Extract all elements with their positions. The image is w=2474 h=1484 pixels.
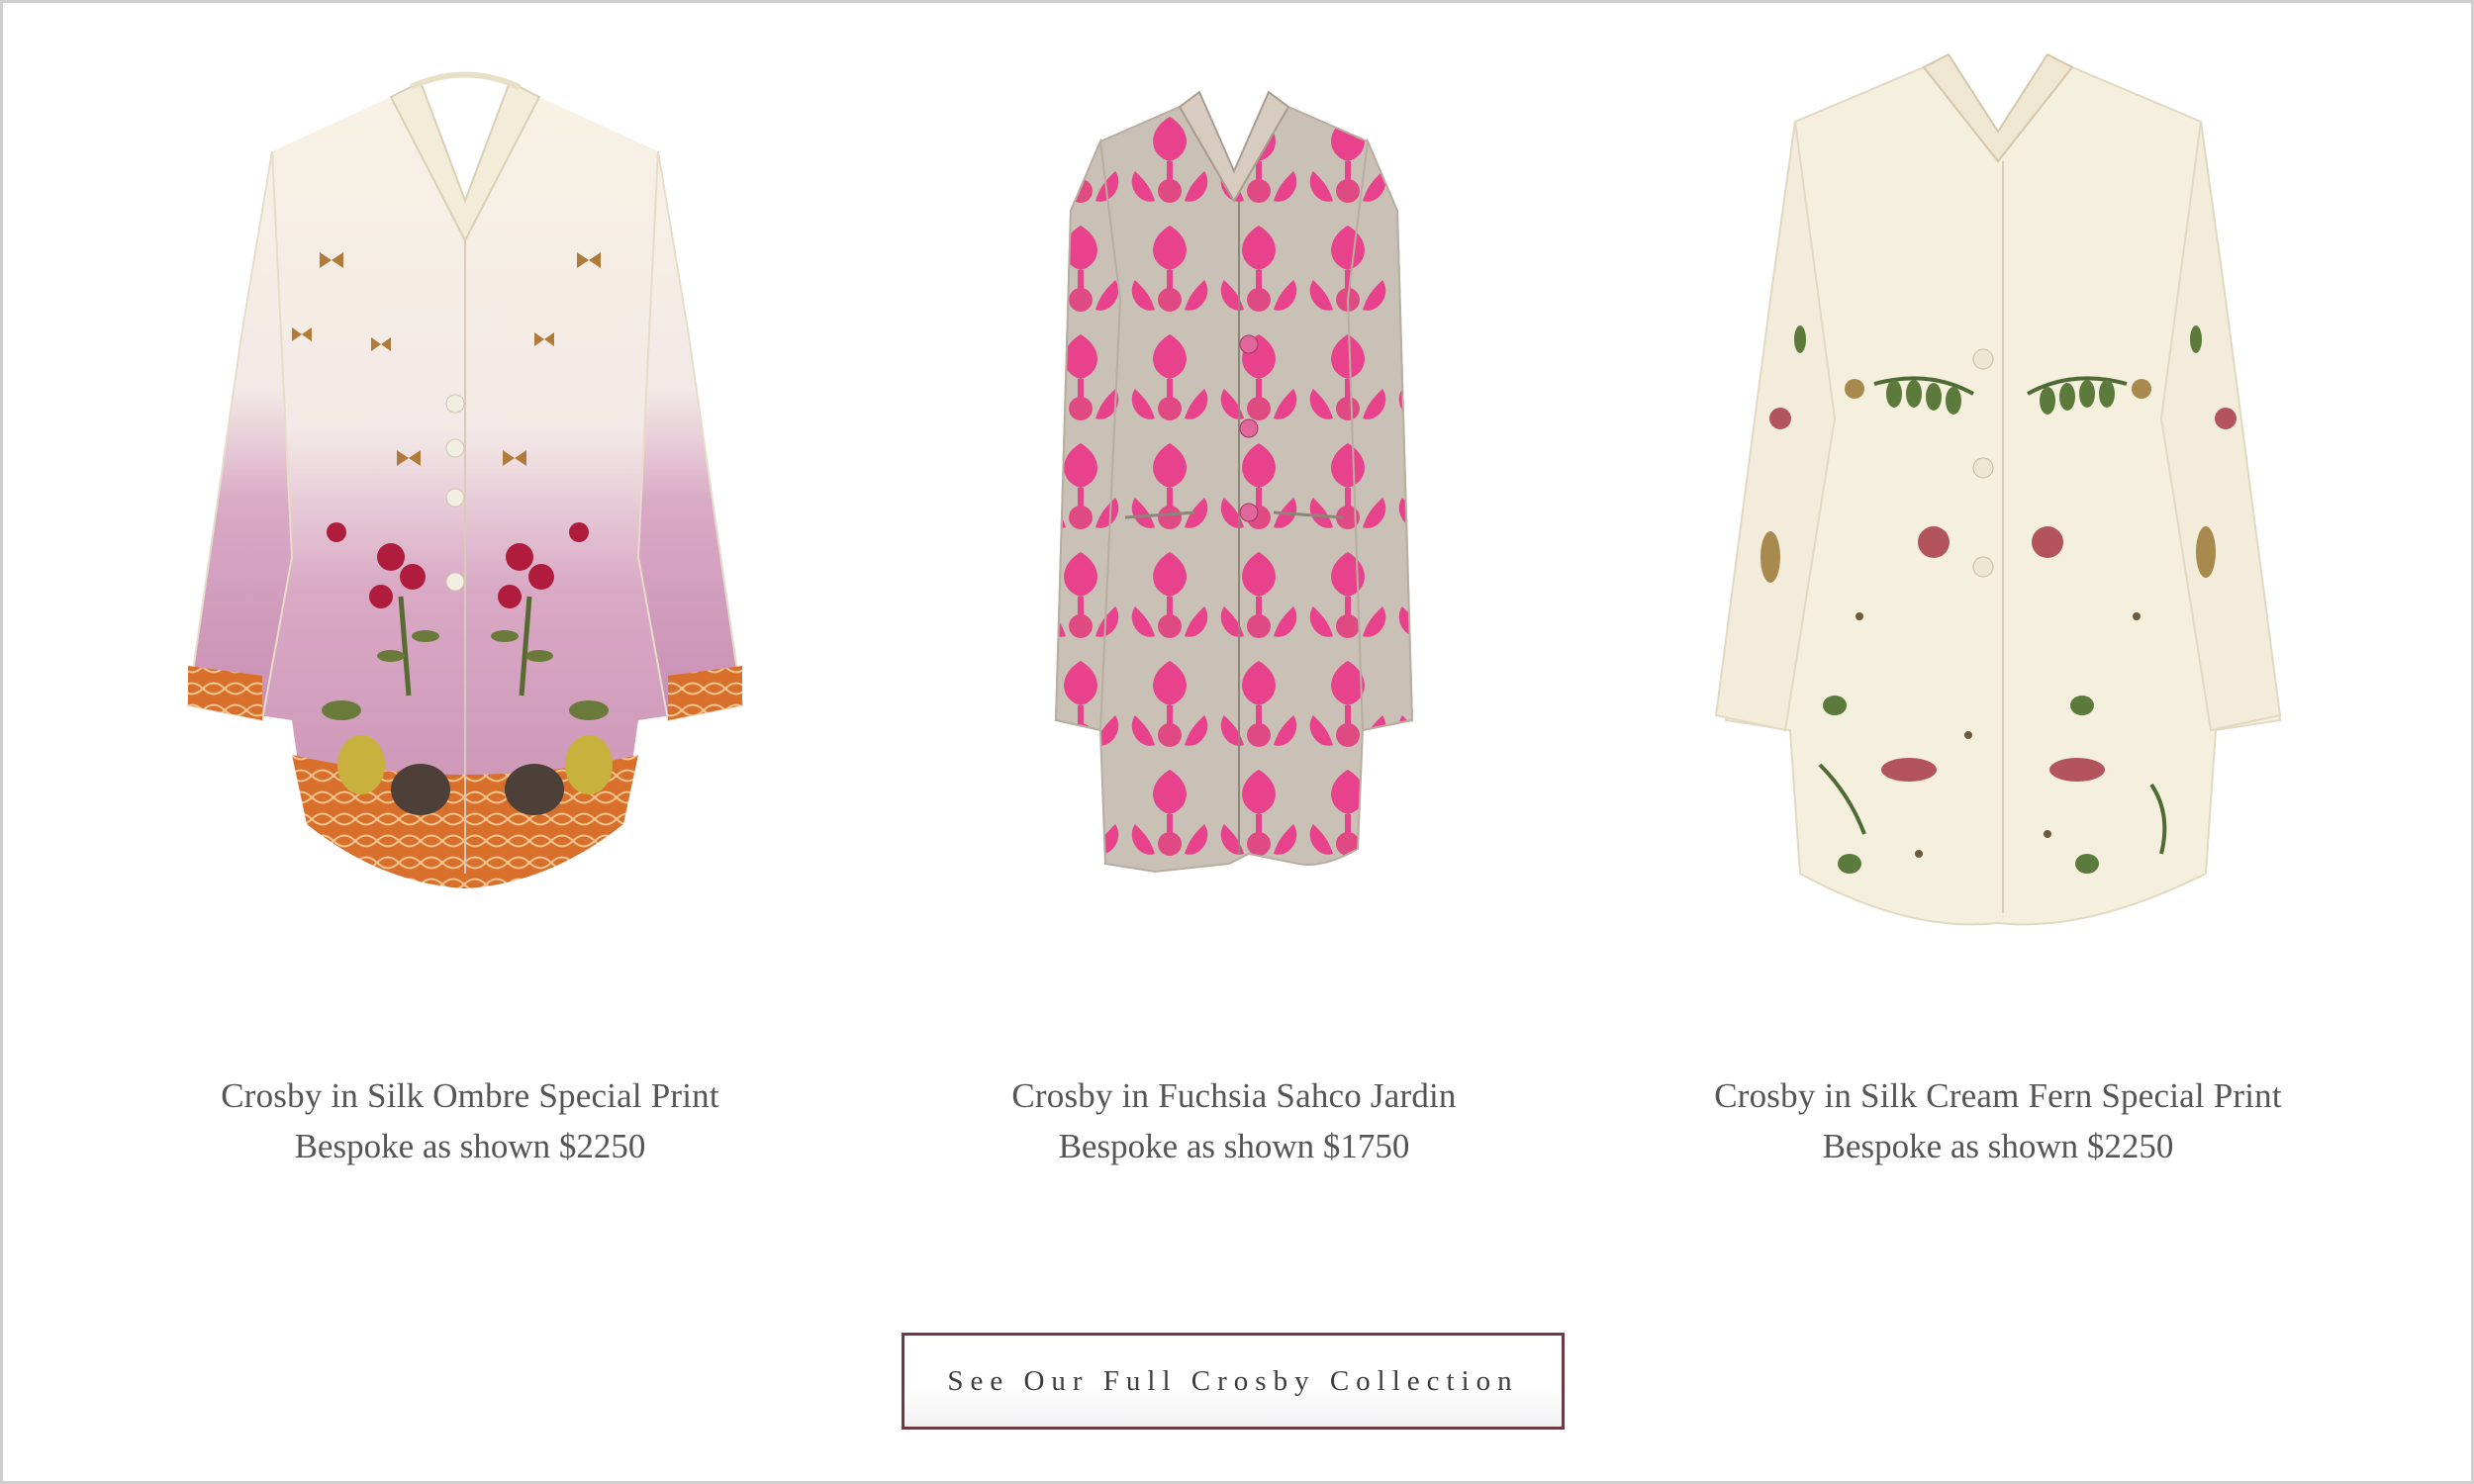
product-name[interactable]: Crosby in Silk Cream Fern Special Print <box>1622 1076 2374 1116</box>
page-frame: Crosby in Silk Ombre Special Print Bespo… <box>0 0 2474 1484</box>
full-collection-button-label: See Our Full Crosby Collection <box>947 1364 1519 1397</box>
full-collection-button[interactable]: See Our Full Crosby Collection <box>902 1333 1565 1430</box>
product-card[interactable]: Crosby in Silk Ombre Special Print Bespo… <box>94 3 846 1190</box>
product-name[interactable]: Crosby in Silk Ombre Special Print <box>94 1076 846 1116</box>
product-name[interactable]: Crosby in Fuchsia Sahco Jardin <box>858 1076 1610 1116</box>
product-image-fuchsia-jacket[interactable] <box>858 3 1610 973</box>
product-card[interactable]: Crosby in Silk Cream Fern Special Print … <box>1622 3 2374 1190</box>
product-price: Bespoke as shown $1750 <box>1058 1127 1410 1165</box>
product-price: Bespoke as shown $2250 <box>294 1127 646 1165</box>
product-image-ombre-jacket[interactable] <box>94 3 846 973</box>
product-image-cream-fern-jacket[interactable] <box>1622 3 2374 973</box>
product-card[interactable]: Crosby in Fuchsia Sahco Jardin Bespoke a… <box>858 3 1610 1190</box>
product-price: Bespoke as shown $2250 <box>1822 1127 2174 1165</box>
